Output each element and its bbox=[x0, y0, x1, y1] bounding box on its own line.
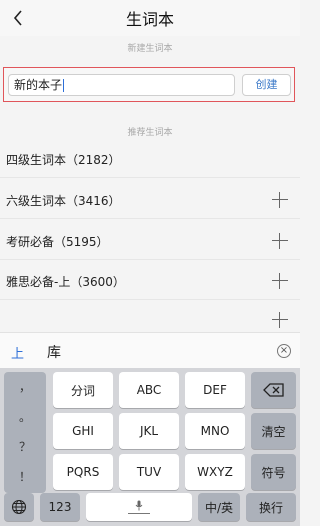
create-notebook-row: 新的本子 创建 bbox=[3, 67, 295, 102]
symbol-key[interactable]: 符号 bbox=[251, 454, 296, 490]
list-item[interactable]: 雅思必备-上（3600） bbox=[0, 264, 300, 300]
clear-circle-icon[interactable]: × bbox=[277, 344, 291, 358]
space-key[interactable] bbox=[86, 493, 192, 521]
list-item[interactable]: 考研必备（5195） bbox=[0, 224, 300, 260]
nav-bar: 生词本 bbox=[0, 0, 300, 36]
key-jkl[interactable]: JKL bbox=[119, 413, 179, 449]
numbers-key[interactable]: 123 bbox=[40, 493, 80, 521]
chevron-left-icon bbox=[13, 10, 22, 26]
list-item[interactable]: 六级生词本（3416） bbox=[0, 183, 300, 219]
notebook-name-value: 新的本子 bbox=[14, 78, 63, 92]
punctuation-key[interactable]: ？ bbox=[4, 432, 46, 462]
new-section-label: 新建生词本 bbox=[127, 44, 173, 54]
add-icon[interactable] bbox=[272, 192, 288, 208]
list-item-label: 考研必备（5195） bbox=[6, 235, 109, 249]
punctuation-key[interactable]: ， bbox=[4, 372, 46, 402]
backspace-key[interactable] bbox=[251, 372, 296, 408]
add-icon[interactable] bbox=[272, 273, 288, 289]
list-item-label: 四级生词本（2182） bbox=[6, 153, 121, 167]
ime-candidate-bar: 上 库 × bbox=[0, 332, 300, 369]
backspace-icon bbox=[262, 383, 284, 397]
key-ghi[interactable]: GHI bbox=[53, 413, 113, 449]
globe-key[interactable] bbox=[4, 493, 34, 521]
key-wxyz[interactable]: WXYZ bbox=[185, 454, 245, 490]
punctuation-key[interactable]: ！ bbox=[4, 462, 46, 492]
clear-key[interactable]: 清空 bbox=[251, 413, 296, 449]
candidate-item[interactable]: 上 bbox=[11, 343, 24, 362]
language-toggle-key[interactable]: 中/英 bbox=[198, 493, 240, 521]
punctuation-column: ， 。 ？ ！ bbox=[4, 372, 46, 493]
add-icon[interactable] bbox=[272, 233, 288, 249]
key-abc[interactable]: ABC bbox=[119, 372, 179, 408]
create-button[interactable]: 创建 bbox=[242, 74, 291, 96]
list-item[interactable]: 四级生词本（2182） bbox=[0, 142, 300, 178]
candidate-item[interactable]: 库 bbox=[47, 342, 61, 362]
key-def[interactable]: DEF bbox=[185, 372, 245, 408]
globe-icon bbox=[11, 499, 27, 515]
page-title: 生词本 bbox=[125, 10, 174, 29]
add-icon[interactable] bbox=[272, 312, 288, 328]
punctuation-key[interactable]: 。 bbox=[4, 402, 46, 432]
text-caret bbox=[63, 79, 65, 92]
key-mno[interactable]: MNO bbox=[185, 413, 245, 449]
space-bar-line bbox=[128, 513, 150, 514]
list-item-label: 雅思必备-上（3600） bbox=[6, 275, 125, 289]
key-pqrs[interactable]: PQRS bbox=[53, 454, 113, 490]
key-tuv[interactable]: TUV bbox=[119, 454, 179, 490]
key-segment[interactable]: 分词 bbox=[53, 372, 113, 408]
ime-keyboard: ， 。 ？ ！ 分词 ABC DEF GHI JKL MNO 清空 PQRS T… bbox=[0, 368, 300, 526]
recommended-section-label: 推荐生词本 bbox=[127, 128, 173, 138]
return-key[interactable]: 换行 bbox=[246, 493, 296, 521]
back-button[interactable] bbox=[6, 6, 30, 30]
list-item-label: 六级生词本（3416） bbox=[6, 194, 121, 208]
microphone-icon bbox=[135, 500, 143, 511]
notebook-name-input[interactable]: 新的本子 bbox=[8, 74, 235, 96]
